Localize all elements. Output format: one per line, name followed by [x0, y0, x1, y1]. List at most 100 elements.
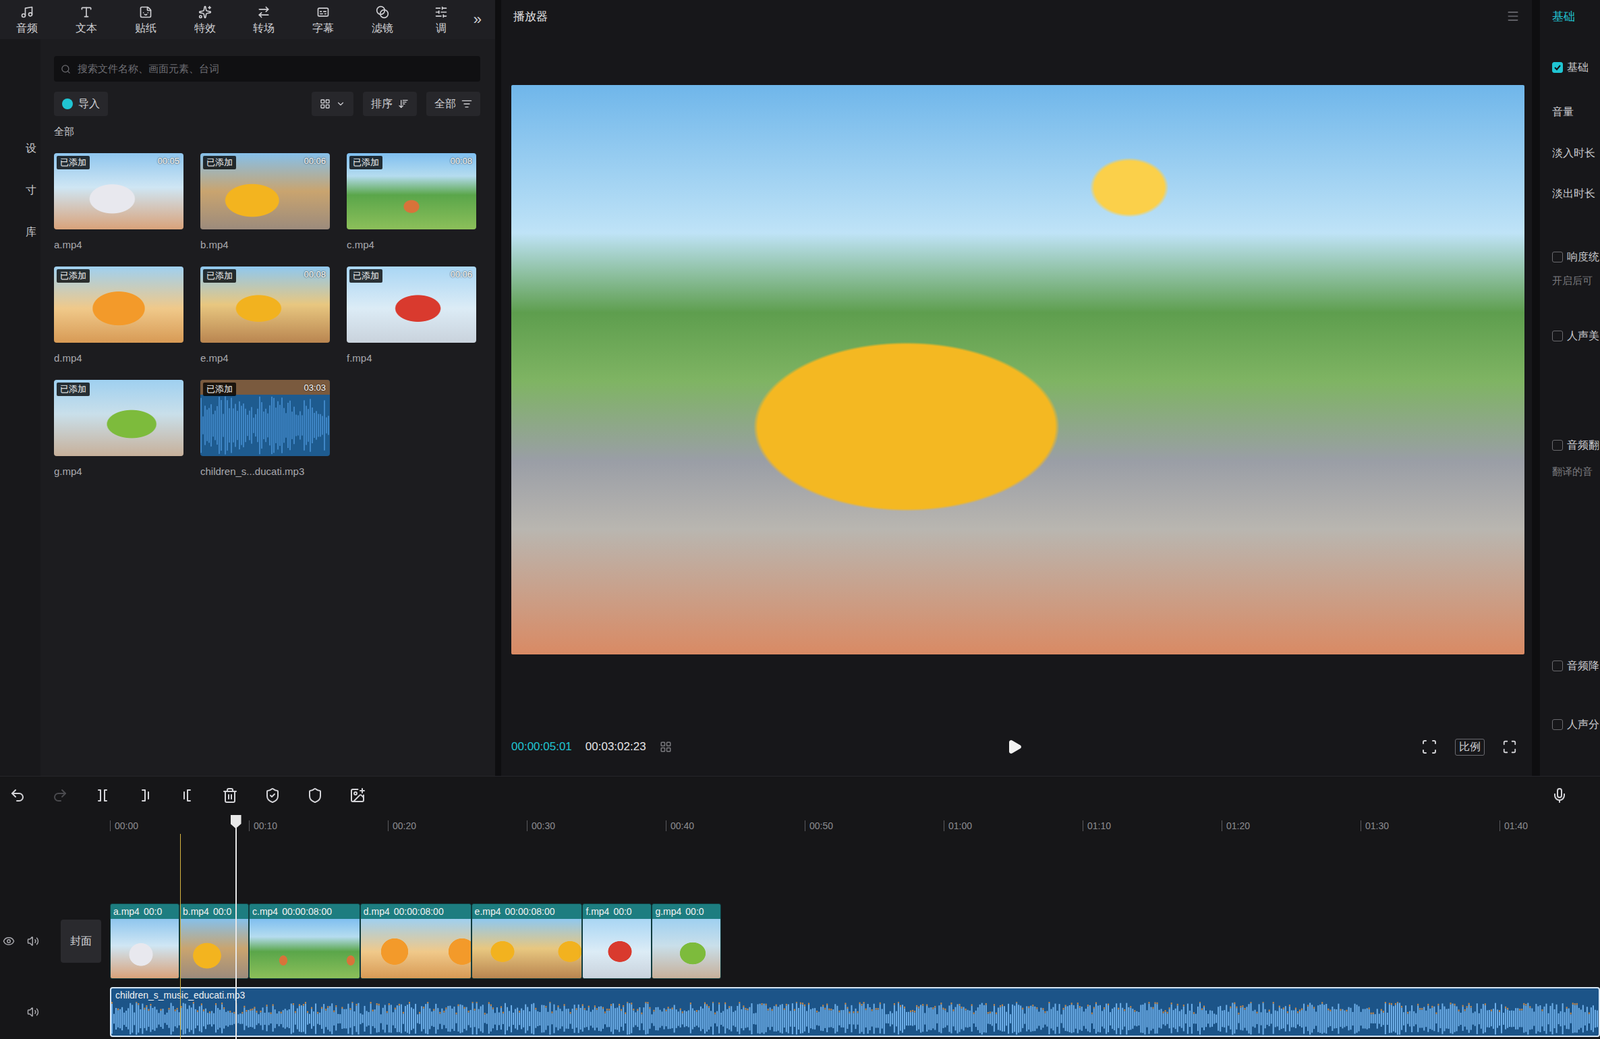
media-card[interactable]: 已添加00:05a.mp4: [53, 153, 184, 251]
ratio-button[interactable]: 比例: [1454, 738, 1485, 756]
checkbox[interactable]: [1552, 62, 1563, 73]
import-icon: [62, 98, 73, 110]
asset-tab-icon: [20, 5, 34, 19]
media-duration: 00:06: [303, 155, 326, 166]
ruler-tick: 00:00: [109, 820, 249, 832]
asset-tab[interactable]: 文本: [59, 0, 114, 40]
asset-tab-label: 调: [435, 21, 447, 36]
inspector-panel: 基础基础音量淡入时长淡出时长响度统开启后可人声美音频翻翻译的音音频降人声分: [1539, 0, 1600, 776]
asset-tab[interactable]: 音频: [0, 0, 55, 40]
speaker-icon[interactable]: [26, 1005, 40, 1018]
fullscreen-icon[interactable]: [1502, 739, 1518, 755]
asset-tab[interactable]: 字幕: [296, 0, 351, 40]
menu-icon[interactable]: [1506, 9, 1520, 23]
media-body: 设寸库导入排序全部全部已添加00:05a.mp4已添加00:06b.mp4已添加…: [0, 39, 496, 776]
media-card[interactable]: 已添加00:08e.mp4: [200, 266, 330, 364]
mic-icon[interactable]: [1551, 787, 1568, 804]
audio-clip[interactable]: children_s_music_educati.mp3: [109, 986, 1600, 1037]
player-controls: 00:00:05:0100:03:02:23比例: [501, 733, 1532, 761]
video-clip[interactable]: c.mp400:00:08:00: [248, 903, 361, 979]
asset-tab[interactable]: 调: [414, 0, 469, 40]
media-card[interactable]: 已添加d.mp4: [53, 266, 184, 364]
media-duration: 00:08: [303, 269, 326, 280]
media-card[interactable]: 已添加00:06f.mp4: [346, 266, 477, 364]
asset-tab[interactable]: 转场: [236, 0, 292, 40]
timeline-toolbar: [0, 776, 1600, 814]
side-nav-item[interactable]: 寸: [25, 182, 37, 199]
inspector-checkbox[interactable]: 基础: [1552, 57, 1600, 78]
clip-duration: 00:00:08:00: [505, 905, 556, 917]
sort-button[interactable]: 排序: [362, 91, 417, 117]
inspector-note: 开启后可: [1552, 270, 1600, 291]
trim-left-button[interactable]: [131, 781, 159, 809]
scan-icon[interactable]: [1421, 738, 1438, 755]
inspector-checkbox[interactable]: 音频翻: [1552, 435, 1600, 456]
asset-tab[interactable]: 贴纸: [118, 0, 173, 40]
media-card[interactable]: 已添加g.mp4: [53, 379, 184, 477]
clip-duration: 00:0: [613, 905, 632, 917]
import-button[interactable]: 导入: [53, 91, 108, 117]
video-clip[interactable]: f.mp400:0: [582, 903, 652, 979]
media-duration: 00:06: [449, 269, 473, 280]
crop-button[interactable]: [344, 781, 371, 809]
media-panel: 导入排序全部全部已添加00:05a.mp4已添加00:06b.mp4已添加00:…: [40, 39, 496, 776]
asset-tab-icon: [79, 5, 94, 19]
play-button[interactable]: [1006, 738, 1023, 755]
inspector-checkbox[interactable]: 人声分: [1552, 714, 1600, 735]
inspector-checkbox[interactable]: 响度统: [1552, 246, 1600, 268]
inspector-label: 淡出时长: [1552, 183, 1600, 204]
media-card[interactable]: 已添加00:08c.mp4: [346, 153, 477, 251]
clip-frames: [110, 918, 179, 979]
clip-duration: 00:00:08:00: [393, 905, 444, 917]
video-clip[interactable]: d.mp400:00:08:00: [360, 903, 472, 979]
undo-button[interactable]: [4, 781, 32, 809]
speaker-icon[interactable]: [26, 934, 40, 948]
media-card[interactable]: 已添加00:06b.mp4: [200, 153, 330, 251]
asset-tab-icon: [316, 5, 330, 19]
video-clip[interactable]: g.mp400:0: [651, 903, 722, 979]
video-clip[interactable]: e.mp400:00:08:00: [471, 903, 583, 979]
view-toggle[interactable]: [311, 91, 354, 117]
checkbox[interactable]: [1552, 660, 1563, 672]
inspector-tab[interactable]: 基础: [1552, 0, 1600, 33]
eye-icon[interactable]: [2, 934, 15, 948]
inspector-checkbox[interactable]: 音频降: [1552, 655, 1600, 676]
checkbox[interactable]: [1552, 439, 1563, 451]
video-clip[interactable]: a.mp400:0: [109, 903, 180, 979]
side-nav-item[interactable]: 设: [25, 140, 37, 157]
media-card[interactable]: 已添加03:03children_s...ducati.mp3: [200, 379, 330, 477]
playhead-knob[interactable]: [230, 814, 242, 829]
checkbox[interactable]: [1552, 330, 1563, 342]
checkbox[interactable]: [1552, 719, 1563, 730]
side-nav-item[interactable]: 库: [25, 223, 37, 241]
split-button[interactable]: [89, 781, 117, 809]
delete-button[interactable]: [216, 781, 244, 809]
added-badge: 已添加: [203, 155, 237, 170]
clip-duration: 00:0: [143, 905, 162, 917]
ruler-tick: 01:30: [1360, 820, 1500, 832]
video-clip[interactable]: b.mp400:0: [179, 903, 249, 979]
more-button[interactable]: »: [473, 0, 496, 40]
clip-frames: [180, 918, 249, 979]
split-icon: [94, 787, 111, 804]
playhead[interactable]: [235, 814, 237, 1039]
track-header: 封面: [0, 903, 110, 979]
asset-tab[interactable]: 特效: [177, 0, 233, 40]
grid-icon[interactable]: [659, 740, 672, 753]
audio-clip-name: children_s_music_educati.mp3: [111, 988, 1599, 1002]
mark-button[interactable]: [259, 781, 287, 809]
filter-button[interactable]: 全部: [426, 91, 481, 117]
audio-clip-waveform: [111, 1001, 1599, 1036]
trim-right-button[interactable]: [174, 781, 202, 809]
media-thumbnail: 已添加00:06: [346, 266, 477, 343]
search-input[interactable]: [76, 62, 474, 76]
inspector-checkbox[interactable]: 人声美: [1552, 325, 1600, 347]
checkbox[interactable]: [1552, 251, 1563, 263]
media-thumbnail: 已添加00:08: [346, 153, 477, 230]
asset-tab[interactable]: 滤镜: [354, 0, 410, 40]
side-nav: 设寸库: [0, 39, 41, 776]
added-badge: 已添加: [56, 269, 90, 283]
shield-button[interactable]: [301, 781, 329, 809]
cover-button[interactable]: 封面: [60, 919, 102, 963]
filter-icon: [461, 98, 473, 110]
